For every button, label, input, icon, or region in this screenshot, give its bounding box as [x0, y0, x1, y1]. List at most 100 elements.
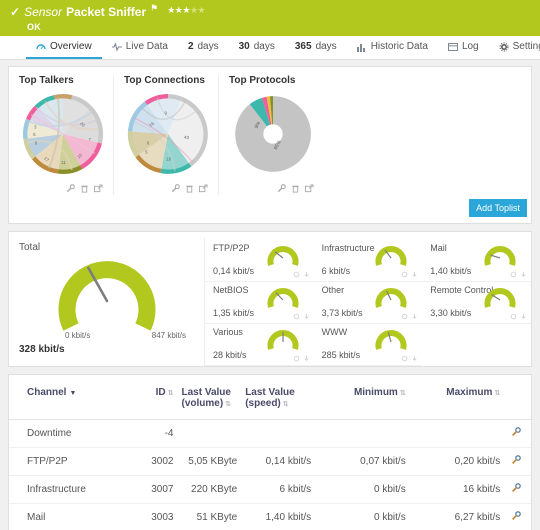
channel-gauge-value: 285 kbit/s — [322, 350, 361, 360]
row-action-wrench-icon[interactable] — [504, 448, 531, 476]
tab-label: days — [254, 41, 275, 52]
cell-maximum: 16 kbit/s — [410, 476, 505, 504]
star-1[interactable]: ★ — [167, 5, 175, 15]
tab-label: days — [316, 41, 337, 52]
channel-gauge-actions[interactable] — [510, 271, 527, 278]
cell-maximum — [410, 420, 505, 448]
table-header-row: Channel▼ ID⇅ Last Value (volume)⇅ Last V… — [9, 375, 531, 420]
star-4[interactable]: ★ — [190, 5, 198, 15]
trash-icon[interactable] — [80, 184, 89, 193]
tab-overview[interactable]: Overview — [26, 36, 102, 59]
channel-gauge-value: 1,40 kbit/s — [430, 266, 471, 276]
table-row[interactable]: Infrastructure3007220 KByte6 kbit/s0 kbi… — [9, 476, 531, 504]
channel-gauge-actions[interactable] — [293, 271, 310, 278]
col-header-actions — [504, 375, 531, 420]
cell-last-value-speed: 6 kbit/s — [241, 476, 315, 504]
tab-number: 365 — [295, 41, 312, 52]
total-gauge-value: 328 kbit/s — [9, 340, 204, 361]
channel-gauge-actions[interactable] — [401, 355, 418, 362]
toplist-top-protocols: Top Protocols 9% 85% — [229, 75, 324, 195]
sort-desc-icon: ▼ — [69, 390, 76, 397]
toplist-actions — [19, 181, 107, 195]
col-header-minimum[interactable]: Minimum⇅ — [315, 375, 410, 420]
channel-gauge-www: WWW285 kbit/s — [314, 324, 423, 366]
cell-last-value-speed — [241, 420, 315, 448]
cell-channel: Mail — [9, 504, 132, 530]
trash-icon[interactable] — [185, 184, 194, 193]
popout-icon[interactable] — [94, 184, 103, 193]
popout-icon[interactable] — [305, 184, 314, 193]
channel-gauge-actions[interactable] — [293, 355, 310, 362]
svg-text:11: 11 — [61, 160, 66, 165]
gauge-icon — [36, 42, 46, 52]
tab-settings[interactable]: Settings — [489, 36, 540, 59]
star-5[interactable]: ★ — [198, 5, 206, 15]
top-talkers-chord-chart[interactable]: 20 7 15 11 17 6 5 3 — [19, 90, 107, 178]
cell-id: 3007 — [132, 476, 177, 504]
table-row[interactable]: Downtime-4 — [9, 420, 531, 448]
col-header-last-value-volume[interactable]: Last Value (volume)⇅ — [178, 375, 242, 420]
cell-id: 3003 — [132, 504, 177, 530]
channel-gauge-actions[interactable] — [401, 313, 418, 320]
tab-bar: Overview Live Data 2 days 30 days 365 da… — [0, 36, 540, 60]
trash-icon[interactable] — [291, 184, 300, 193]
col-header-id[interactable]: ID⇅ — [132, 375, 177, 420]
col-label: Last Value (volume) — [182, 387, 231, 409]
tab-log[interactable]: Log — [438, 36, 489, 59]
channel-gauge-mail: Mail1,40 kbit/s — [422, 240, 531, 282]
channel-gauge-actions[interactable] — [510, 313, 527, 320]
toplist-actions — [124, 181, 212, 195]
col-header-maximum[interactable]: Maximum⇅ — [410, 375, 505, 420]
table-row[interactable]: FTP/P2P30025,05 KByte0,14 kbit/s0,07 kbi… — [9, 448, 531, 476]
channel-gauge-various: Various28 kbit/s — [205, 324, 314, 366]
top-protocols-donut-chart[interactable]: 9% 85% — [229, 90, 317, 178]
tab-live-data[interactable]: Live Data — [102, 36, 178, 59]
row-action-wrench-icon[interactable] — [504, 476, 531, 504]
cell-minimum — [315, 420, 410, 448]
channel-gauge-ftp-p2p: FTP/P2P0,14 kbit/s — [205, 240, 314, 282]
tab-2-days[interactable]: 2 days — [178, 36, 229, 59]
cell-last-value-volume — [178, 420, 242, 448]
channel-gauge-chart — [374, 326, 408, 357]
tab-label: Historic Data — [371, 41, 428, 52]
cell-minimum: 0,07 kbit/s — [315, 448, 410, 476]
cell-channel: Infrastructure — [9, 476, 132, 504]
channel-gauges-grid: FTP/P2P0,14 kbit/sInfrastructure6 kbit/s… — [205, 238, 531, 366]
col-header-last-value-speed[interactable]: Last Value (speed)⇅ — [241, 375, 315, 420]
gauge-scale-max: 847 kbit/s — [152, 331, 186, 340]
col-header-channel[interactable]: Channel▼ — [9, 375, 132, 420]
row-action-wrench-icon[interactable] — [504, 504, 531, 530]
tab-365-days[interactable]: 365 days — [285, 36, 347, 59]
tab-historic-data[interactable]: Historic Data — [347, 36, 438, 59]
rating-stars[interactable]: ★★★★★ — [167, 4, 205, 16]
table-row[interactable]: Mail300351 KByte1,40 kbit/s0 kbit/s6,27 … — [9, 504, 531, 530]
wrench-icon[interactable] — [66, 184, 75, 193]
flag-icon[interactable]: ⚑ — [150, 3, 158, 14]
channel-gauge-actions[interactable] — [293, 313, 310, 320]
sort-icon: ⇅ — [168, 390, 174, 397]
channel-gauge-chart — [374, 242, 408, 273]
star-3[interactable]: ★ — [182, 5, 190, 15]
wrench-icon[interactable] — [171, 184, 180, 193]
toplists-panel: Top Talkers — [8, 66, 532, 224]
add-toplist-button[interactable]: Add Toplist — [469, 199, 527, 217]
tab-label: Live Data — [126, 41, 168, 52]
page-title: Packet Sniffer — [66, 5, 146, 19]
toplist-actions — [229, 181, 318, 195]
row-action-wrench-icon[interactable] — [504, 420, 531, 448]
channel-gauge-actions[interactable] — [401, 271, 418, 278]
channel-gauge-value: 3,73 kbit/s — [322, 308, 363, 318]
tab-30-days[interactable]: 30 days — [229, 36, 285, 59]
cell-minimum: 0 kbit/s — [315, 504, 410, 530]
cell-id: 3002 — [132, 448, 177, 476]
cell-channel: FTP/P2P — [9, 448, 132, 476]
wrench-icon[interactable] — [277, 184, 286, 193]
top-connections-chord-chart[interactable]: 43 16 9 10 6 5 — [124, 90, 212, 178]
channel-gauge-netbios: NetBIOS1,35 kbit/s — [205, 282, 314, 324]
gauge-scale-min: 0 kbit/s — [65, 331, 90, 340]
livedata-icon — [112, 42, 122, 52]
channel-gauge-value: 0,14 kbit/s — [213, 266, 254, 276]
cell-maximum: 0,20 kbit/s — [410, 448, 505, 476]
popout-icon[interactable] — [199, 184, 208, 193]
channel-gauge-chart — [266, 242, 300, 273]
